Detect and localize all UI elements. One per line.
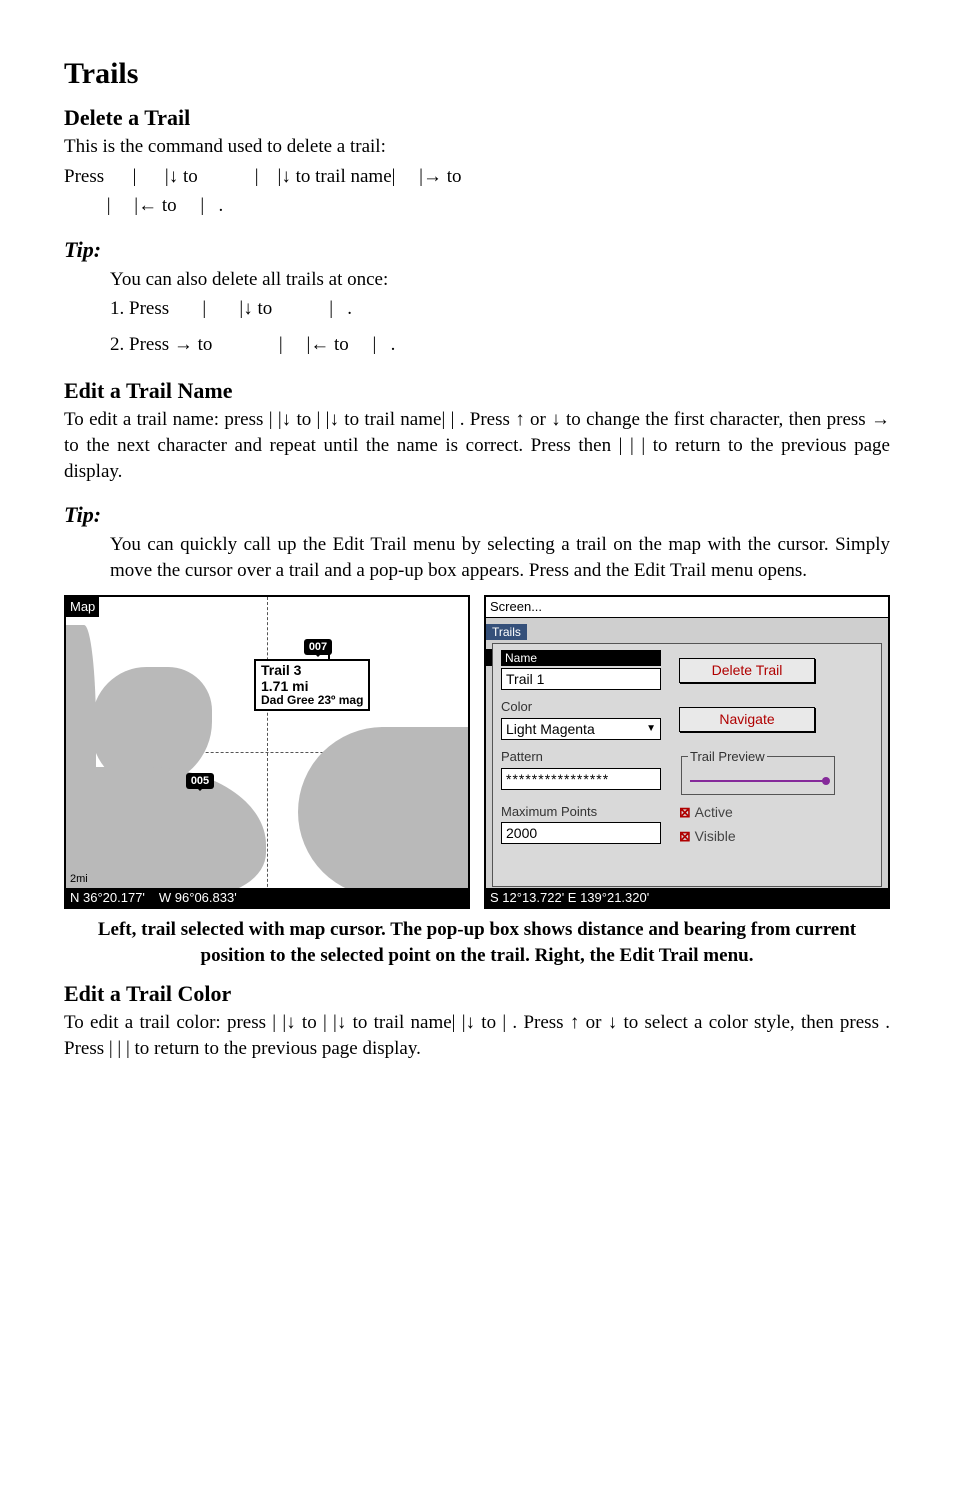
map-scale: 2mi — [70, 872, 88, 887]
edit-name-text: To edit a trail name: press | |↓ to | |↓… — [64, 407, 890, 484]
figure-caption: Left, trail selected with map cursor. Th… — [64, 917, 890, 968]
name-label: Name — [501, 650, 661, 666]
edit-trail-figure: Screen... Trails Edit Trail Name Trail 1… — [484, 595, 890, 909]
coord-west: W 96°06.833' — [159, 889, 237, 907]
delete-trail-button[interactable]: Delete Trail — [679, 658, 815, 683]
color-label: Color — [501, 698, 661, 716]
edit-color-heading: Edit a Trail Color — [64, 979, 890, 1009]
delete-trail-line2: Press | |↓ to | |↓ to trail name| |→ to — [64, 164, 890, 190]
tip2-heading: Tip: — [64, 500, 890, 530]
map-popup: Trail 3 1.71 mi Dad Gree 23º mag — [254, 659, 370, 711]
popup-trail-name: Trail 3 — [261, 663, 363, 678]
screen-menu[interactable]: Screen... — [486, 597, 888, 618]
tip1-step2: 2. Press → to | |← to | . — [110, 332, 890, 358]
trail-preview-title: Trail Preview — [688, 748, 767, 766]
tip2-text: You can quickly call up the Edit Trail m… — [110, 532, 890, 583]
map-coord-bar: N 36°20.177' W 96°06.833' — [66, 888, 468, 908]
tab-trails[interactable]: Trails — [486, 624, 527, 640]
color-value: Light Magenta — [506, 719, 595, 739]
visible-checkbox[interactable]: Visible — [679, 827, 736, 846]
delete-trail-line1: This is the command used to delete a tra… — [64, 134, 890, 160]
map-figure: 007 005 Trail 3 1.71 mi Dad Gree 23º mag… — [64, 595, 470, 909]
edit-coord-bar: S 12°13.722' E 139°21.320' — [486, 888, 888, 908]
map-title: Map — [66, 597, 99, 617]
color-select[interactable]: Light Magenta ▼ — [501, 718, 661, 740]
chevron-down-icon: ▼ — [646, 719, 656, 739]
page: Trails Delete a Trail This is the comman… — [0, 0, 954, 1136]
figure-row: 007 005 Trail 3 1.71 mi Dad Gree 23º mag… — [64, 595, 890, 909]
tip1-intro: You can also delete all trails at once: — [110, 267, 890, 293]
name-field[interactable]: Trail 1 — [501, 668, 661, 690]
tip1-heading: Tip: — [64, 235, 890, 265]
coord-north: N 36°20.177' — [70, 889, 145, 907]
waypoint-005: 005 — [186, 773, 214, 789]
pattern-label: Pattern — [501, 748, 661, 766]
tip1-step1: 1. Press | |↓ to | . — [110, 296, 890, 322]
popup-bearing: Dad Gree 23º mag — [261, 694, 363, 707]
navigate-button[interactable]: Navigate — [679, 707, 815, 732]
trail-preview-box: Trail Preview — [681, 748, 835, 795]
pattern-field[interactable]: **************** — [501, 768, 661, 790]
map-canvas: 007 005 Trail 3 1.71 mi Dad Gree 23º mag… — [66, 597, 468, 907]
max-points-label: Maximum Points — [501, 803, 661, 821]
trail-preview-line — [690, 780, 826, 782]
edit-trail-panel: Name Trail 1 Delete Trail Color Light Ma… — [492, 643, 882, 887]
active-checkbox[interactable]: Active — [679, 803, 736, 822]
delete-trail-line3: | |← to | . — [64, 193, 890, 219]
edit-name-heading: Edit a Trail Name — [64, 376, 890, 406]
delete-trail-heading: Delete a Trail — [64, 103, 890, 133]
page-title: Trails — [64, 54, 890, 95]
popup-distance: 1.71 mi — [261, 679, 363, 694]
edit-color-text: To edit a trail color: press | |↓ to | |… — [64, 1010, 890, 1061]
max-points-field[interactable]: 2000 — [501, 822, 661, 844]
